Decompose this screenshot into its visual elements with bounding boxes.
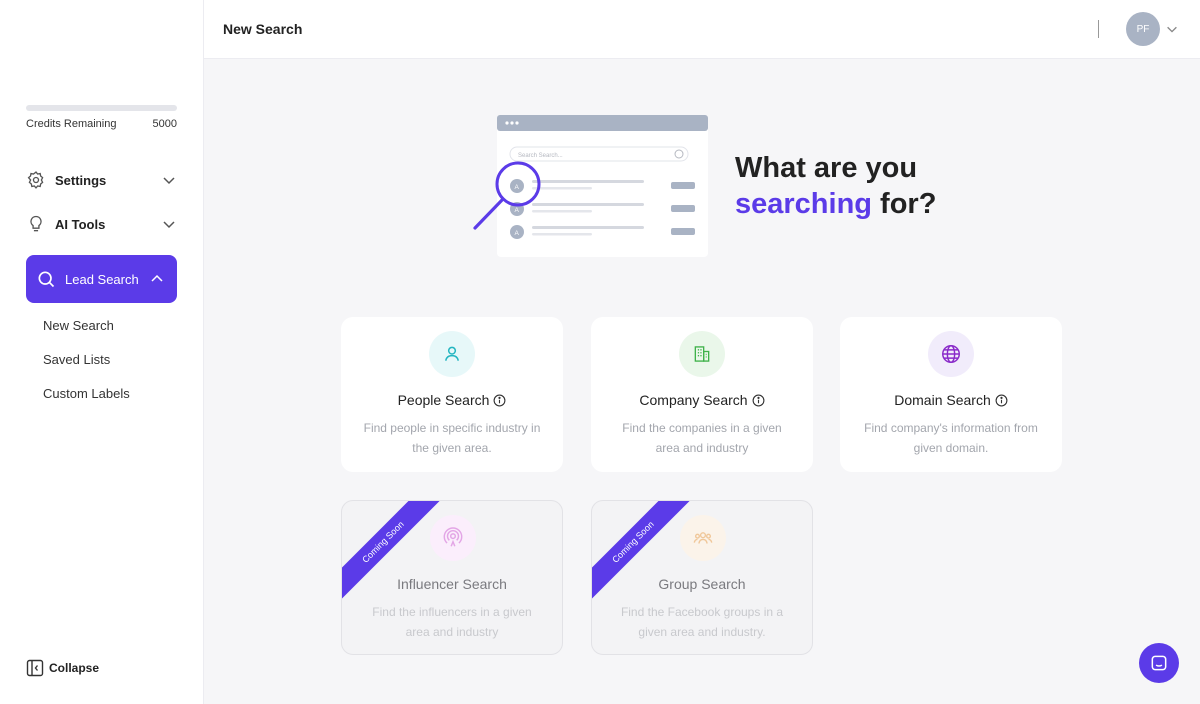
illustration-avatar-letter: A — [515, 207, 520, 214]
card-title-row: Domain Search — [840, 392, 1062, 408]
nav-ai-tools-label: AI Tools — [55, 216, 106, 232]
globe-icon — [928, 331, 974, 377]
nav-ai-tools[interactable]: AI Tools — [26, 206, 177, 242]
card-description: Find company's information from given do… — [864, 421, 1038, 455]
sidebar: Credits Remaining 5000 Settings AI Tools… — [0, 0, 204, 704]
chevron-down-icon — [163, 221, 175, 229]
card-company-search[interactable]: Company Search Find the companies in a g… — [591, 317, 813, 472]
search-icon — [36, 269, 56, 289]
nav-settings-label: Settings — [55, 172, 107, 188]
illustration-avatar-letter: A — [515, 184, 520, 191]
card-description: Find people in specific industry in the … — [363, 421, 541, 455]
illustration-search-placeholder: Search Search... — [518, 153, 563, 159]
collapse-button[interactable]: Collapse — [26, 659, 99, 677]
card-title-row: Influencer Search — [342, 576, 562, 592]
credits-row: Credits Remaining 5000 — [26, 118, 177, 130]
hero-line-2-rest: for? — [872, 188, 937, 220]
header-divider — [1098, 20, 1099, 38]
card-title: Company Search — [639, 392, 748, 408]
sub-item-custom-labels[interactable]: Custom Labels — [43, 386, 130, 401]
credits-progress-bar — [26, 105, 177, 111]
person-icon — [429, 331, 475, 377]
lightbulb-icon — [26, 214, 46, 234]
nav-settings[interactable]: Settings — [26, 162, 177, 198]
collapse-icon — [26, 659, 44, 677]
group-icon — [680, 515, 726, 561]
page-title: New Search — [223, 21, 303, 37]
chat-icon — [1151, 655, 1167, 671]
hero-line-1: What are you — [735, 152, 918, 184]
card-title-row: Company Search — [591, 392, 813, 408]
chevron-down-icon[interactable] — [1165, 22, 1179, 36]
info-icon[interactable] — [493, 394, 506, 407]
sub-item-new-search[interactable]: New Search — [43, 318, 114, 333]
card-description: Find the companies in a given area and i… — [622, 421, 782, 455]
card-title: People Search — [397, 392, 490, 408]
chat-launcher-button[interactable] — [1139, 643, 1179, 683]
card-influencer-search: Coming Soon Influencer Search Find the i… — [341, 500, 563, 655]
card-title: Influencer Search — [397, 576, 507, 592]
card-people-search[interactable]: People Search Find people in specific in… — [341, 317, 563, 472]
collapse-label: Collapse — [49, 661, 100, 675]
hero-accent-word: searching — [735, 188, 872, 220]
card-group-search: Coming Soon Group Search Find the Facebo… — [591, 500, 813, 655]
info-icon[interactable] — [995, 394, 1008, 407]
hero-heading: What are you searching for? — [735, 150, 936, 222]
chevron-up-icon — [151, 274, 163, 282]
card-title: Domain Search — [894, 392, 991, 408]
card-title-row: Group Search — [592, 576, 812, 592]
hero-line-2: searching for? — [735, 186, 936, 222]
credits-label: Credits Remaining — [26, 118, 117, 130]
top-header: New Search PF — [204, 0, 1200, 59]
building-icon — [679, 331, 725, 377]
nav-lead-search-label: Lead Search — [65, 271, 139, 287]
chevron-down-icon — [163, 177, 175, 185]
card-title-row: People Search — [341, 392, 563, 408]
card-description: Find the influencers in a given area and… — [372, 605, 532, 639]
credits-value: 5000 — [152, 118, 177, 130]
broadcast-icon — [430, 515, 476, 561]
info-icon[interactable] — [752, 394, 765, 407]
gear-icon — [26, 170, 46, 190]
card-domain-search[interactable]: Domain Search Find company's information… — [840, 317, 1062, 472]
search-illustration: Search Search... A A A — [473, 115, 708, 257]
illustration-avatar-letter: A — [515, 230, 520, 237]
card-title: Group Search — [658, 576, 746, 592]
avatar[interactable]: PF — [1126, 12, 1160, 46]
sub-item-saved-lists[interactable]: Saved Lists — [43, 352, 110, 367]
nav-lead-search[interactable]: Lead Search — [26, 255, 177, 303]
card-description: Find the Facebook groups in a given area… — [620, 605, 784, 639]
